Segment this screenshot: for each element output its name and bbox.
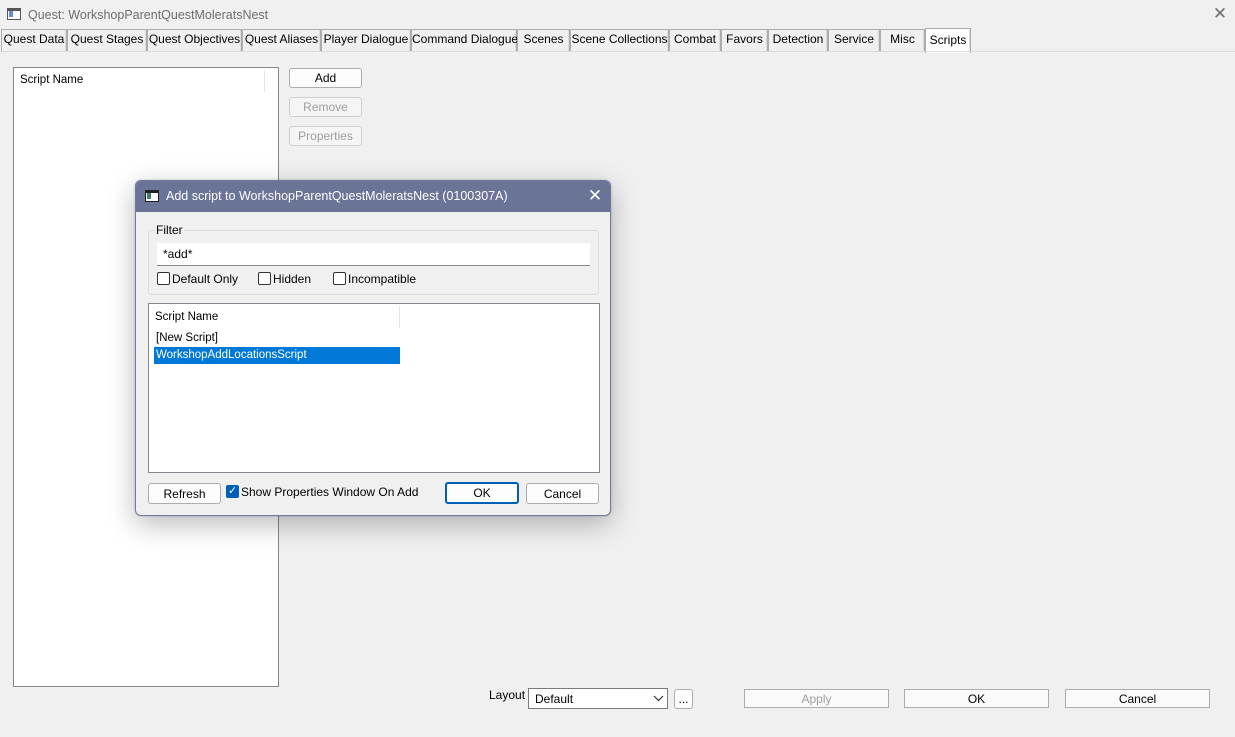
tab-scripts[interactable]: Scripts — [925, 28, 971, 53]
layout-dropdown[interactable]: Default — [528, 688, 668, 709]
default-only-label[interactable]: Default Only — [172, 272, 238, 286]
tab-player-dialogue[interactable]: Player Dialogue — [321, 29, 411, 51]
app-window-icon — [7, 8, 21, 20]
layout-dropdown-value: Default — [535, 692, 574, 706]
window-close-icon[interactable]: ✕ — [1210, 3, 1230, 25]
refresh-button[interactable]: Refresh — [148, 483, 221, 504]
tab-detection[interactable]: Detection — [768, 29, 828, 51]
hidden-label[interactable]: Hidden — [273, 272, 311, 286]
dialog-window-icon — [145, 190, 159, 202]
tab-scene-collections[interactable]: Scene Collections — [570, 29, 669, 51]
tab-quest-stages[interactable]: Quest Stages — [67, 29, 147, 51]
tab-scenes[interactable]: Scenes — [517, 29, 570, 51]
tab-quest-aliases[interactable]: Quest Aliases — [242, 29, 321, 51]
script-name-column-header[interactable]: Script Name — [20, 74, 83, 86]
script-properties-button[interactable]: Properties — [289, 126, 362, 146]
tab-combat[interactable]: Combat — [669, 29, 721, 51]
tab-service[interactable]: Service — [828, 29, 880, 51]
cancel-button[interactable]: Cancel — [1065, 689, 1210, 708]
tab-favors[interactable]: Favors — [721, 29, 768, 51]
window-titlebar: Quest: WorkshopParentQuestMoleratsNest ✕ — [0, 0, 1235, 30]
list-item-new-script[interactable]: [New Script] — [154, 330, 400, 347]
column-separator[interactable] — [399, 306, 400, 328]
incompatible-label[interactable]: Incompatible — [348, 272, 416, 286]
hidden-checkbox[interactable] — [258, 272, 271, 285]
script-name-column-header[interactable]: Script Name — [155, 311, 218, 323]
apply-button[interactable]: Apply — [744, 689, 889, 708]
incompatible-checkbox[interactable] — [333, 272, 346, 285]
tab-quest-objectives[interactable]: Quest Objectives — [147, 29, 242, 51]
add-script-dialog: Add script to WorkshopParentQuestMolerat… — [135, 180, 611, 516]
available-scripts-header: Script Name — [149, 304, 599, 331]
filter-input[interactable] — [157, 243, 590, 266]
add-script-button[interactable]: Add — [289, 68, 362, 88]
tab-divider — [0, 51, 1235, 52]
show-properties-checkbox[interactable] — [226, 484, 239, 498]
default-only-checkbox[interactable] — [157, 272, 170, 285]
list-item-workshop-add-locations-script[interactable]: WorkshopAddLocationsScript — [154, 347, 400, 364]
ok-button[interactable]: OK — [904, 689, 1049, 708]
filter-legend: Filter — [155, 223, 184, 237]
dialog-ok-button[interactable]: OK — [445, 482, 519, 504]
tab-misc[interactable]: Misc — [880, 29, 925, 51]
remove-script-button[interactable]: Remove — [289, 97, 362, 117]
scripts-list-header: Script Name — [14, 68, 278, 94]
tab-quest-data[interactable]: Quest Data — [1, 29, 67, 51]
layout-label: Layout — [489, 688, 526, 702]
chevron-down-icon — [653, 691, 664, 708]
tab-strip: Quest Data Quest Stages Quest Objectives… — [0, 28, 1235, 53]
window-title: Quest: WorkshopParentQuestMoleratsNest — [28, 8, 269, 22]
available-scripts-list[interactable]: Script Name [New Script] WorkshopAddLoca… — [148, 303, 600, 473]
tab-command-dialogue[interactable]: Command Dialogue — [411, 29, 518, 51]
layout-options-button[interactable]: ... — [674, 689, 693, 709]
dialog-title: Add script to WorkshopParentQuestMolerat… — [166, 189, 508, 203]
column-separator[interactable] — [264, 70, 265, 92]
show-properties-label[interactable]: Show Properties Window On Add — [241, 485, 418, 499]
dialog-cancel-button[interactable]: Cancel — [526, 483, 599, 504]
dialog-close-icon[interactable]: ✕ — [584, 185, 606, 207]
dialog-titlebar: Add script to WorkshopParentQuestMolerat… — [136, 181, 610, 212]
